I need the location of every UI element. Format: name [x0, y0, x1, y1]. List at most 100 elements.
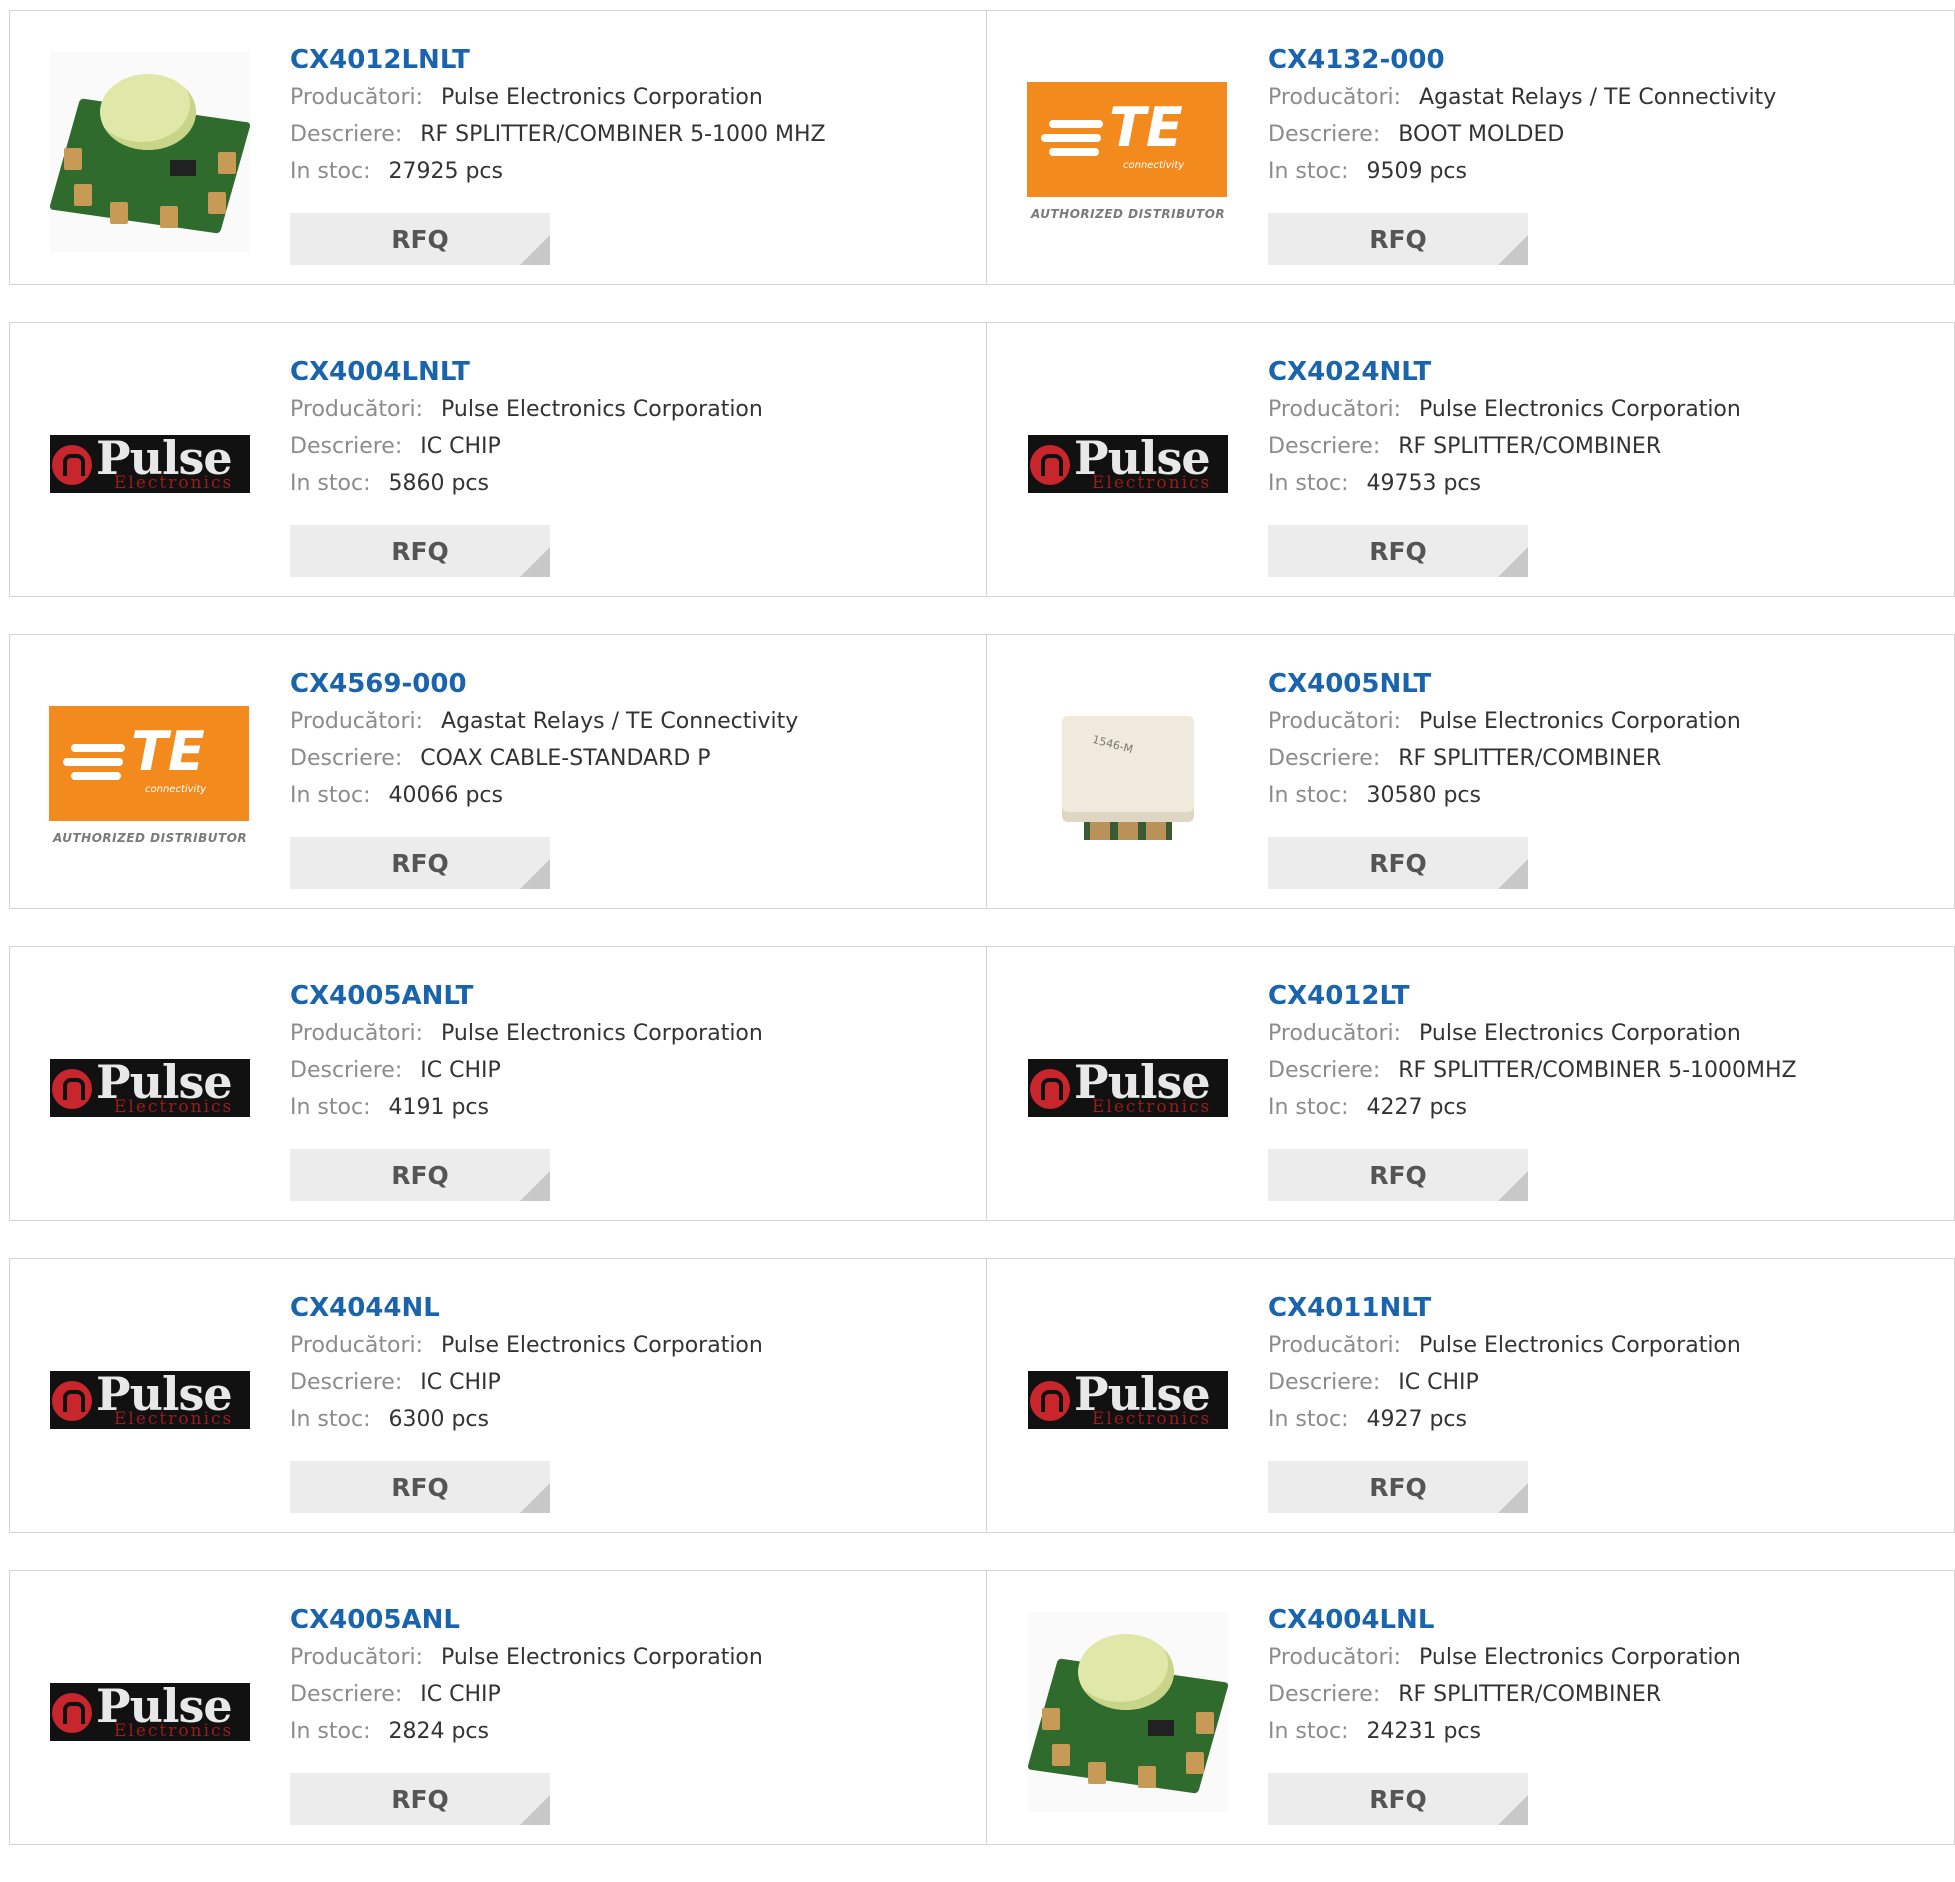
product-thumbnail[interactable]: Pulse Electronics	[1027, 1299, 1229, 1501]
rfq-button[interactable]: RFQ	[1268, 1773, 1528, 1825]
chip-pad	[1088, 1762, 1106, 1784]
product-card: 1546-M CX4005NLT Producători: Pulse Electr…	[987, 634, 1955, 909]
description-label: Descriere:	[290, 746, 403, 771]
stock-value: 4927 pcs	[1366, 1407, 1467, 1432]
rfq-button[interactable]: RFQ	[290, 1773, 550, 1825]
pulse-logo-sub: Electronics	[114, 1097, 234, 1117]
description-line: Descriere: IC CHIP	[290, 428, 976, 465]
te-logo-stripe	[71, 744, 125, 752]
stock-label: In stoc:	[290, 1407, 371, 1432]
part-number-link[interactable]: CX4005ANLT	[290, 977, 976, 1015]
product-thumbnail[interactable]: Pulse Electronics	[1027, 987, 1229, 1189]
manufacturer-label: Producători:	[1268, 85, 1402, 110]
manufacturer-line: Producători: Pulse Electronics Corporatio…	[1268, 1327, 1944, 1364]
product-info: CX4012LT Producători: Pulse Electronics Co…	[1268, 977, 1944, 1126]
stock-value: 9509 pcs	[1366, 159, 1467, 184]
stock-line: In stoc: 49753 pcs	[1268, 465, 1944, 502]
manufacturer-label: Producători:	[1268, 1645, 1402, 1670]
rfq-button[interactable]: RFQ	[290, 213, 550, 265]
manufacturer-value: Pulse Electronics Corporation	[441, 1333, 763, 1358]
description-line: Descriere: COAX CABLE-STANDARD P	[290, 740, 976, 777]
product-thumbnail[interactable]: 1546-M	[1027, 675, 1229, 877]
chip-pad	[160, 206, 178, 228]
corner-triangle-icon	[1498, 235, 1528, 265]
rfq-button[interactable]: RFQ	[290, 837, 550, 889]
rfq-button-label: RFQ	[1369, 224, 1427, 254]
product-thumbnail[interactable]	[1026, 1611, 1230, 1813]
part-number-link[interactable]: CX4004LNL	[1268, 1601, 1944, 1639]
rfq-button[interactable]: RFQ	[1268, 1149, 1528, 1201]
description-value: RF SPLITTER/COMBINER	[1398, 1682, 1662, 1707]
stock-value: 49753 pcs	[1366, 471, 1481, 496]
description-label: Descriere:	[1268, 1370, 1381, 1395]
stock-value: 5860 pcs	[388, 471, 489, 496]
manufacturer-line: Producători: Pulse Electronics Corporatio…	[1268, 1015, 1944, 1052]
product-thumbnail[interactable]: Pulse Electronics	[1027, 363, 1229, 565]
te-logo-stripe	[1049, 120, 1103, 128]
part-number-link[interactable]: CX4024NLT	[1268, 353, 1944, 391]
description-value: IC CHIP	[420, 1058, 501, 1083]
rfq-button-label: RFQ	[1369, 848, 1427, 878]
stock-label: In stoc:	[1268, 1407, 1349, 1432]
part-number-link[interactable]: CX4132-000	[1268, 41, 1944, 79]
stock-line: In stoc: 27925 pcs	[290, 153, 976, 190]
part-number-link[interactable]: CX4005NLT	[1268, 665, 1944, 703]
rfq-button[interactable]: RFQ	[1268, 213, 1528, 265]
stock-label: In stoc:	[290, 783, 371, 808]
product-thumbnail[interactable]: Pulse Electronics	[49, 987, 251, 1189]
corner-triangle-icon	[520, 1483, 550, 1513]
product-thumbnail[interactable]: Pulse Electronics	[49, 1611, 251, 1813]
manufacturer-line: Producători: Pulse Electronics Corporatio…	[290, 1327, 976, 1364]
description-line: Descriere: BOOT MOLDED	[1268, 116, 1944, 153]
manufacturer-value: Pulse Electronics Corporation	[1419, 1021, 1741, 1046]
rfq-button[interactable]: RFQ	[290, 1149, 550, 1201]
manufacturer-value: Agastat Relays / TE Connectivity	[441, 709, 799, 734]
rfq-button[interactable]: RFQ	[1268, 525, 1528, 577]
stock-value: 4227 pcs	[1366, 1095, 1467, 1120]
te-logo-word: TE	[1109, 96, 1183, 159]
product-info: CX4005NLT Producători: Pulse Electronics C…	[1268, 665, 1944, 814]
rfq-button[interactable]: RFQ	[290, 525, 550, 577]
stock-label: In stoc:	[290, 159, 371, 184]
part-number-link[interactable]: CX4569-000	[290, 665, 976, 703]
authorized-distributor-text: AUTHORIZED DISTRIBUTOR	[1031, 207, 1226, 221]
product-thumbnail[interactable]	[48, 51, 252, 253]
manufacturer-value: Pulse Electronics Corporation	[441, 397, 763, 422]
product-thumbnail[interactable]: TE connectivity AUTHORIZED DISTRIBUTOR	[1027, 51, 1229, 253]
product-thumbnail[interactable]: TE connectivity AUTHORIZED DISTRIBUTOR	[49, 675, 251, 877]
rfq-button[interactable]: RFQ	[290, 1461, 550, 1513]
part-number-link[interactable]: CX4044NL	[290, 1289, 976, 1327]
part-number-link[interactable]: CX4012LNLT	[290, 41, 976, 79]
stock-value: 40066 pcs	[388, 783, 503, 808]
stock-line: In stoc: 6300 pcs	[290, 1401, 976, 1438]
rfq-button[interactable]: RFQ	[1268, 837, 1528, 889]
product-card: Pulse Electronics CX4024NLT Producători: P…	[987, 322, 1955, 597]
description-line: Descriere: RF SPLITTER/COMBINER 5-1000MHZ	[1268, 1052, 1944, 1089]
stock-line: In stoc: 4227 pcs	[1268, 1089, 1944, 1126]
chip-dome	[100, 74, 196, 150]
product-info: CX4004LNLT Producători: Pulse Electronics …	[290, 353, 976, 502]
part-number-link[interactable]: CX4012LT	[1268, 977, 1944, 1015]
chip-pad	[1138, 1766, 1156, 1788]
part-number-link[interactable]: CX4005ANL	[290, 1601, 976, 1639]
corner-triangle-icon	[520, 1171, 550, 1201]
product-info: CX4004LNL Producători: Pulse Electronics C…	[1268, 1601, 1944, 1750]
description-line: Descriere: IC CHIP	[290, 1052, 976, 1089]
manufacturer-label: Producători:	[290, 1645, 424, 1670]
part-number-link[interactable]: CX4011NLT	[1268, 1289, 1944, 1327]
product-thumbnail[interactable]: Pulse Electronics	[49, 363, 251, 565]
rfq-button-label: RFQ	[391, 848, 449, 878]
stock-label: In stoc:	[1268, 1095, 1349, 1120]
rfq-button[interactable]: RFQ	[1268, 1461, 1528, 1513]
rfq-button-label: RFQ	[391, 536, 449, 566]
manufacturer-line: Producători: Agastat Relays / TE Connecti…	[1268, 79, 1944, 116]
product-row: CX4012LNLT Producători: Pulse Electronics …	[9, 10, 1955, 285]
corner-triangle-icon	[1498, 547, 1528, 577]
stock-line: In stoc: 5860 pcs	[290, 465, 976, 502]
product-info: CX4005ANL Producători: Pulse Electronics C…	[290, 1601, 976, 1750]
corner-triangle-icon	[520, 1795, 550, 1825]
product-row: Pulse Electronics CX4004LNLT Producători:…	[9, 322, 1955, 597]
rfq-button-label: RFQ	[1369, 536, 1427, 566]
part-number-link[interactable]: CX4004LNLT	[290, 353, 976, 391]
product-thumbnail[interactable]: Pulse Electronics	[49, 1299, 251, 1501]
